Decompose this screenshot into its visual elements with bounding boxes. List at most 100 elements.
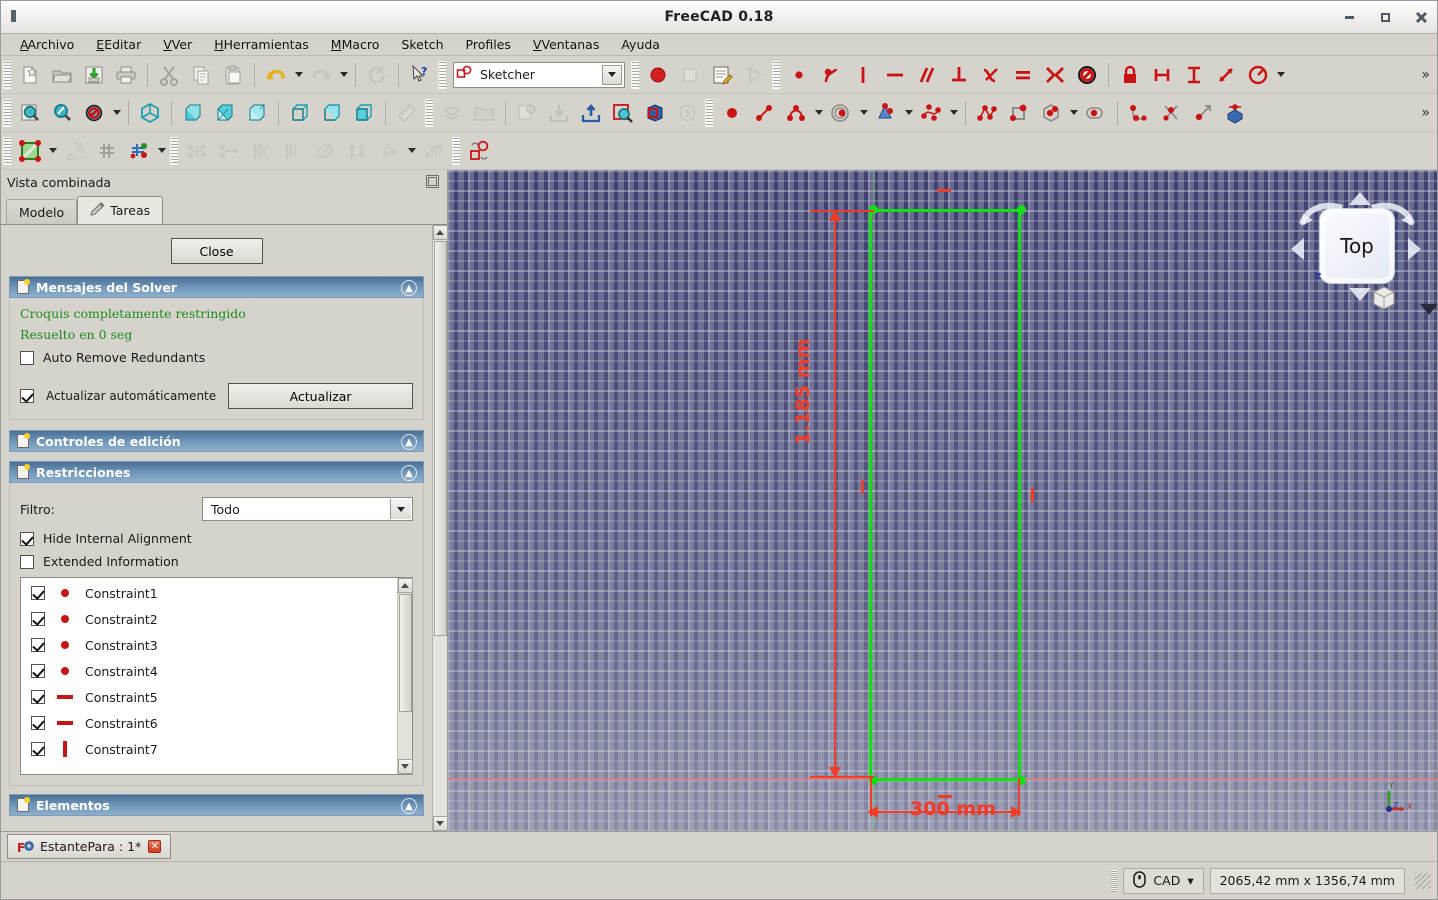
cut-icon[interactable] bbox=[153, 59, 185, 91]
navcube-rotate-right-icon[interactable] bbox=[1369, 200, 1415, 226]
constrain-point-onobject-icon[interactable] bbox=[815, 59, 847, 91]
edit-controls-header[interactable]: Controles de edición ▲ bbox=[9, 430, 424, 452]
constrain-distance-x-icon[interactable] bbox=[1146, 59, 1178, 91]
paste-icon[interactable] bbox=[217, 59, 249, 91]
list-item[interactable]: Constraint4 bbox=[21, 658, 397, 684]
remove-axes-alignment-icon[interactable] bbox=[373, 135, 405, 167]
create-slot-icon[interactable] bbox=[1080, 97, 1112, 129]
refresh-icon[interactable] bbox=[361, 59, 393, 91]
menu-macro[interactable]: MMacro bbox=[320, 35, 391, 54]
view-sketch-icon[interactable] bbox=[607, 97, 639, 129]
constrain-distance-y-icon[interactable] bbox=[1178, 59, 1210, 91]
select-elements-icon[interactable] bbox=[59, 135, 91, 167]
constrain-perpendicular-icon[interactable] bbox=[943, 59, 975, 91]
close-icon[interactable] bbox=[1413, 10, 1429, 26]
rear-view-icon[interactable] bbox=[284, 97, 316, 129]
scroll-down-icon[interactable] bbox=[432, 816, 448, 831]
external-geometry-icon[interactable] bbox=[1219, 97, 1251, 129]
conic-dropdown-caret[interactable] bbox=[902, 97, 915, 129]
navcube-arrow-down[interactable] bbox=[1349, 288, 1371, 301]
mirror-sketch-icon[interactable] bbox=[245, 135, 277, 167]
constraint-visibility-checkbox[interactable] bbox=[31, 716, 45, 730]
circle-dropdown-caret[interactable] bbox=[857, 97, 870, 129]
create-polyline-icon[interactable] bbox=[971, 97, 1003, 129]
scroll-up-icon[interactable] bbox=[432, 225, 448, 240]
constraint-visibility-checkbox[interactable] bbox=[31, 586, 45, 600]
constrain-tangent-icon[interactable] bbox=[975, 59, 1007, 91]
view-section-icon[interactable] bbox=[639, 97, 671, 129]
arc-dropdown-caret[interactable] bbox=[812, 97, 825, 129]
constraint-visibility-checkbox[interactable] bbox=[31, 612, 45, 626]
front-view-icon[interactable] bbox=[177, 97, 209, 129]
create-arc-icon[interactable] bbox=[780, 97, 812, 129]
toolbar-grip[interactable] bbox=[452, 136, 460, 165]
create-point-icon[interactable] bbox=[716, 97, 748, 129]
constrain-horizontal-icon[interactable] bbox=[879, 59, 911, 91]
create-group-icon[interactable] bbox=[468, 97, 500, 129]
list-item[interactable]: Constraint3 bbox=[21, 632, 397, 658]
menu-ver[interactable]: VVer bbox=[152, 35, 203, 54]
clone-icon[interactable] bbox=[181, 135, 213, 167]
collapse-icon[interactable]: ▲ bbox=[401, 465, 417, 481]
leave-sketch-icon[interactable] bbox=[575, 97, 607, 129]
extended-information-checkbox[interactable] bbox=[20, 554, 34, 569]
map-sketch-icon[interactable]: S bbox=[671, 97, 703, 129]
constrain-coincident-icon[interactable] bbox=[783, 59, 815, 91]
collapse-icon[interactable]: ▲ bbox=[401, 798, 417, 814]
whats-this-icon[interactable]: ? bbox=[404, 59, 436, 91]
solver-messages-header[interactable]: Mensajes del Solver ▲ bbox=[9, 276, 424, 298]
save-document-icon[interactable] bbox=[78, 59, 110, 91]
redo-dropdown-caret[interactable] bbox=[337, 59, 350, 91]
constrain-symmetric-icon[interactable] bbox=[1039, 59, 1071, 91]
constrain-equal-icon[interactable] bbox=[1007, 59, 1039, 91]
extended-information-row[interactable]: Extended Information bbox=[20, 554, 413, 569]
toolbar-grip[interactable] bbox=[3, 60, 11, 89]
collapse-icon[interactable]: ▲ bbox=[401, 280, 417, 296]
vertical-constraint-marker[interactable] bbox=[1031, 488, 1034, 502]
scroll-thumb[interactable] bbox=[433, 241, 447, 636]
list-item[interactable]: Constraint6 bbox=[21, 710, 397, 736]
list-item[interactable]: Constraint5 bbox=[21, 684, 397, 710]
select-dropdown-caret[interactable] bbox=[155, 135, 168, 167]
horizontal-dimension[interactable]: 300 mm bbox=[910, 798, 996, 820]
create-fillet-icon[interactable] bbox=[1123, 97, 1155, 129]
constraint-visibility-checkbox[interactable] bbox=[31, 638, 45, 652]
extend-edge-icon[interactable] bbox=[1187, 97, 1219, 129]
trim-edge-icon[interactable] bbox=[1155, 97, 1187, 129]
redo-icon[interactable] bbox=[305, 59, 337, 91]
polygon-dropdown-caret[interactable] bbox=[1067, 97, 1080, 129]
fit-all-icon[interactable] bbox=[14, 97, 46, 129]
toolbar-grip[interactable] bbox=[772, 60, 780, 89]
constrain-distance-icon[interactable] bbox=[1210, 59, 1242, 91]
constrain-angle-icon[interactable] bbox=[1242, 59, 1274, 91]
filter-select[interactable]: Todo bbox=[202, 497, 413, 521]
navcube-rotate-left-icon[interactable] bbox=[1299, 200, 1345, 226]
select-conflicting-icon[interactable] bbox=[123, 135, 155, 167]
hide-internal-alignment-checkbox[interactable] bbox=[20, 531, 34, 546]
vertical-dimension[interactable]: 1.185 mm bbox=[792, 339, 814, 445]
symmetry-icon[interactable] bbox=[277, 135, 309, 167]
sketch-visual-icon[interactable] bbox=[418, 135, 450, 167]
constraints-header[interactable]: Restricciones ▲ bbox=[9, 461, 424, 483]
update-button[interactable]: Actualizar bbox=[228, 383, 413, 409]
constrain-lock-icon[interactable] bbox=[1114, 59, 1146, 91]
auto-remove-redundants-row[interactable]: Auto Remove Redundants bbox=[20, 350, 413, 365]
create-line-icon[interactable] bbox=[748, 97, 780, 129]
toolbar-grip[interactable] bbox=[3, 136, 11, 165]
horizontal-constraint-marker-bottom[interactable] bbox=[938, 795, 952, 798]
toggle-construction-icon[interactable] bbox=[14, 135, 46, 167]
constrain-block-icon[interactable] bbox=[1071, 59, 1103, 91]
copy-icon[interactable] bbox=[185, 59, 217, 91]
menu-editar[interactable]: EEditar bbox=[85, 35, 152, 54]
isometric-view-icon[interactable] bbox=[134, 97, 166, 129]
sketch-rectangle[interactable] bbox=[869, 209, 1021, 781]
list-item[interactable]: Constraint7 bbox=[21, 736, 397, 762]
constraint-visibility-checkbox[interactable] bbox=[31, 664, 45, 678]
toolbar-overflow-chevron[interactable]: » bbox=[1417, 67, 1434, 83]
elements-header[interactable]: Elementos ▲ bbox=[9, 794, 424, 816]
list-item[interactable]: Constraint1 bbox=[21, 580, 397, 606]
maximize-icon[interactable] bbox=[1377, 10, 1393, 26]
constraints-list-scrollbar[interactable] bbox=[397, 578, 413, 774]
constraints-list[interactable]: Constraint1 Constraint2 Constraint3 Cons… bbox=[20, 577, 413, 775]
menu-ventanas[interactable]: VVentanas bbox=[522, 35, 610, 54]
